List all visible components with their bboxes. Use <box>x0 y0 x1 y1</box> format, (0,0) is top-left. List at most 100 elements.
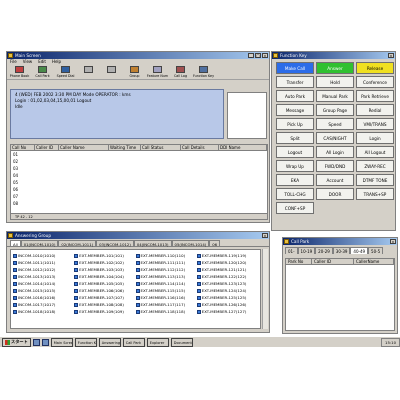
list-item[interactable]: EXT-MEMBER-107(107) <box>74 294 135 301</box>
col-waiting-time[interactable]: Waiting Time <box>109 145 141 150</box>
quick-launch-icon[interactable] <box>32 338 40 346</box>
list-item[interactable]: EXT-MEMBER-101(101) <box>74 252 135 259</box>
answering-group-titlebar[interactable]: Answering Group × <box>7 232 269 239</box>
col-park-caller-id[interactable]: Caller ID <box>312 259 354 264</box>
list-item[interactable]: EXT-MEMBER-104(104) <box>74 273 135 280</box>
tab-group-06[interactable]: 06 <box>209 240 221 247</box>
list-item[interactable]: EXT-MEMBER-102(102) <box>74 259 135 266</box>
call-grid[interactable]: Call No Caller ID Caller Name Waiting Ti… <box>10 144 268 220</box>
tool-phone-book[interactable]: Phone Book <box>9 65 30 80</box>
function-key-eka[interactable]: EKA <box>276 174 314 186</box>
table-row[interactable]: 06 <box>11 186 267 193</box>
call-park-table[interactable]: Park No Caller ID CallerName <box>285 258 395 331</box>
table-row[interactable]: 05 <box>11 179 267 186</box>
function-key-group-page[interactable]: Group Page <box>316 104 354 116</box>
tool-function-key[interactable]: Function Key <box>193 65 214 80</box>
park-tab-30[interactable]: 30-39 <box>332 247 351 254</box>
function-key-park-retrieve[interactable]: Park Retrieve <box>356 90 394 102</box>
list-item[interactable]: INCOM-1018(1018) <box>13 308 74 315</box>
function-key-speed[interactable]: Speed <box>316 118 354 130</box>
tool-call-park[interactable]: Call Park <box>32 65 53 80</box>
function-key-vmi-trans[interactable]: VMI/TRANS <box>356 118 394 130</box>
col-ddi-name[interactable]: DDI Name <box>219 145 267 150</box>
list-item[interactable]: INCOM-1013(1013) <box>13 273 74 280</box>
list-item[interactable]: EXT-MEMBER-118(118) <box>135 308 197 315</box>
list-item[interactable]: INCOM-1010(1010) <box>13 252 74 259</box>
col-park-caller-name[interactable]: CallerName <box>354 259 394 264</box>
list-item[interactable]: EXT-MEMBER-127(127) <box>196 308 258 315</box>
list-item[interactable]: EXT-MEMBER-113(113) <box>135 273 197 280</box>
list-item[interactable]: EXT-MEMBER-114(114) <box>135 280 197 287</box>
list-item[interactable]: EXT-MEMBER-121(121) <box>196 266 258 273</box>
table-row[interactable]: 04 <box>11 172 267 179</box>
list-item[interactable]: EXT-MEMBER-123(123) <box>196 280 258 287</box>
list-item[interactable]: EXT-MEMBER-112(112) <box>135 266 197 273</box>
table-row[interactable]: 07 <box>11 193 267 200</box>
tool-speed-dial[interactable]: Speed Dial <box>55 65 76 80</box>
col-call-status[interactable]: Call Status <box>141 145 181 150</box>
col-caller-name[interactable]: Caller Name <box>59 145 109 150</box>
function-key-hold[interactable]: Hold <box>316 76 354 88</box>
function-key-dtmf-tone[interactable]: DTMF TONE <box>356 174 394 186</box>
close-button[interactable]: × <box>262 233 268 238</box>
function-key-auto-park[interactable]: Auto Park <box>276 90 314 102</box>
start-button[interactable]: スタート <box>2 337 31 347</box>
taskbar-item[interactable]: Call Park <box>122 337 145 347</box>
function-key-conf-sp[interactable]: CONF+SP <box>276 202 314 214</box>
tab-group-01[interactable]: 01(INCOM-1010) <box>20 240 59 247</box>
function-key-window[interactable]: Function Key × Make Call Answer Release Tra… <box>271 51 396 231</box>
call-park-titlebar[interactable]: Call Park × <box>283 238 397 245</box>
function-key-account[interactable]: Account <box>316 174 354 186</box>
list-item[interactable]: EXT-MEMBER-105(105) <box>74 280 135 287</box>
table-row[interactable]: 01 <box>11 151 267 158</box>
list-item[interactable]: INCOM-1012(1012) <box>13 266 74 273</box>
function-key-wrap-up[interactable]: Wrap Up <box>276 160 314 172</box>
park-tab-50[interactable]: 50-5 <box>368 247 384 254</box>
taskbar-item[interactable]: Document <box>170 337 193 347</box>
function-key-titlebar[interactable]: Function Key × <box>272 52 395 59</box>
answering-group-window[interactable]: Answering Group × All 01(INCOM-1010) 02(… <box>6 231 270 333</box>
maximize-button[interactable]: □ <box>255 53 261 58</box>
function-key-door[interactable]: DOOR <box>316 188 354 200</box>
list-item[interactable]: EXT-MEMBER-109(109) <box>74 308 135 315</box>
function-key-manual-park[interactable]: Manual Park <box>316 90 354 102</box>
col-call-details[interactable]: Call Details <box>181 145 219 150</box>
tab-group-03[interactable]: 03(INCOM-1012) <box>96 240 134 247</box>
list-item[interactable]: INCOM-1011(1011) <box>13 259 74 266</box>
list-item[interactable]: EXT-MEMBER-119(119) <box>196 252 258 259</box>
quick-launch-icon[interactable] <box>41 338 49 346</box>
tool-call-log[interactable]: Call Log <box>170 65 191 80</box>
function-key-message[interactable]: Message <box>276 104 314 116</box>
function-key-release[interactable]: Release <box>356 62 394 74</box>
col-park-no[interactable]: Park No <box>286 259 312 264</box>
park-tab-10[interactable]: 10-19 <box>297 247 316 254</box>
close-button[interactable]: × <box>262 53 268 58</box>
function-key-zway-rec[interactable]: ZWAY-REC <box>356 160 394 172</box>
table-row[interactable]: 02 <box>11 158 267 165</box>
close-button[interactable]: × <box>390 239 396 244</box>
tab-group-02[interactable]: 02(INCOM-1011) <box>58 240 97 247</box>
taskbar-item[interactable]: Explorer <box>146 337 169 347</box>
park-tab-20[interactable]: 20-29 <box>315 247 333 254</box>
list-item[interactable]: EXT-MEMBER-115(115) <box>135 287 197 294</box>
list-item[interactable]: INCOM-1017(1017) <box>13 301 74 308</box>
list-item[interactable]: EXT-MEMBER-108(108) <box>74 301 135 308</box>
tool-group[interactable]: Group <box>124 65 145 80</box>
list-item[interactable]: INCOM-1016(1016) <box>13 294 74 301</box>
function-key-login[interactable]: Login <box>356 132 394 144</box>
list-item[interactable]: EXT-MEMBER-126(126) <box>196 301 258 308</box>
function-key-fwd-dnd[interactable]: FWD/DND <box>316 160 354 172</box>
function-key-toll-chg[interactable]: TOLL-CHG <box>276 188 314 200</box>
function-key-split[interactable]: Split <box>276 132 314 144</box>
function-key-all-logout[interactable]: All Logout <box>356 146 394 158</box>
answering-scrollbar[interactable] <box>262 249 268 329</box>
tool-feature-num[interactable]: Feature Num <box>147 65 168 80</box>
list-item[interactable]: EXT-MEMBER-110(110) <box>135 252 197 259</box>
main-screen-window[interactable]: Main Screen _ □ × File View Edit Help Ph… <box>6 51 270 223</box>
function-key-conference[interactable]: Conference <box>356 76 394 88</box>
list-item[interactable]: EXT-MEMBER-103(103) <box>74 266 135 273</box>
tab-group-05[interactable]: 05(INCOM-1014) <box>171 240 210 247</box>
function-key-trans-sp[interactable]: TRANS+SP <box>356 188 394 200</box>
close-button[interactable]: × <box>388 53 394 58</box>
list-item[interactable]: EXT-MEMBER-116(116) <box>135 294 197 301</box>
